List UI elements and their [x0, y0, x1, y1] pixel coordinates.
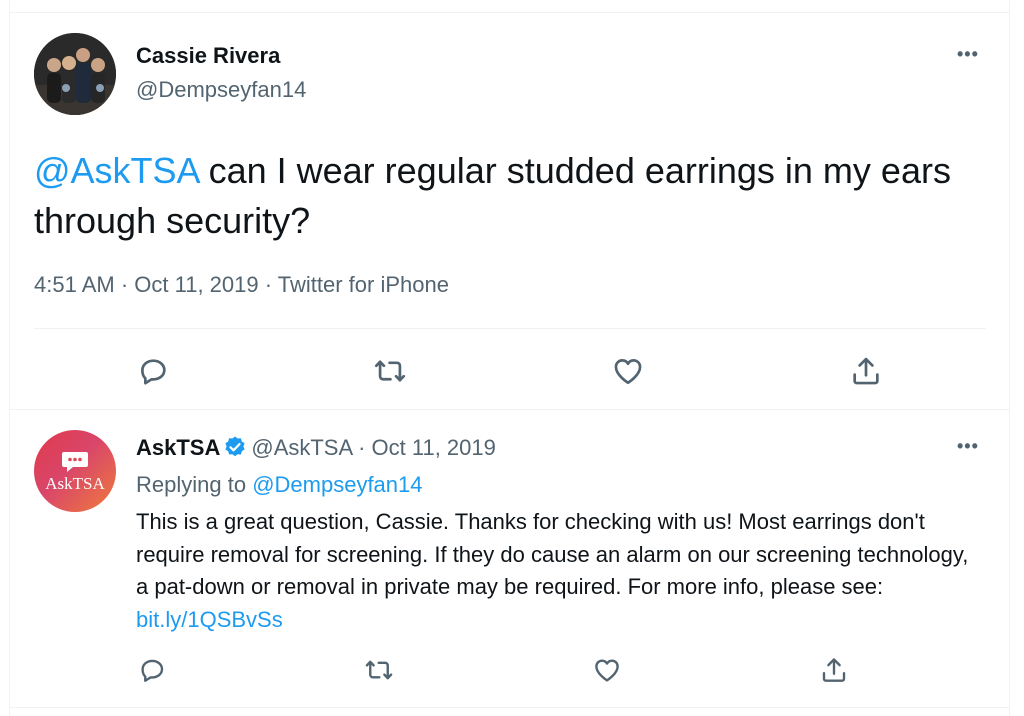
like-icon[interactable]	[589, 652, 625, 688]
replying-to: Replying to @Dempseyfan14	[136, 472, 423, 498]
meta-separator: ·	[351, 435, 372, 460]
share-icon[interactable]	[816, 652, 852, 688]
border-right	[1009, 0, 1010, 716]
border-left	[9, 0, 10, 716]
divider	[9, 409, 1010, 410]
retweet-icon[interactable]	[361, 652, 397, 688]
tweet-text: @AskTSA can I wear regular studded earri…	[34, 146, 964, 246]
divider	[34, 328, 986, 329]
info-link[interactable]: bit.ly/1QSBvSs	[136, 607, 283, 632]
like-icon[interactable]	[610, 353, 646, 389]
author-handle[interactable]: @AskTSA	[251, 435, 352, 460]
reply-icon[interactable]	[134, 652, 170, 688]
retweet-icon[interactable]	[372, 353, 408, 389]
tweet-date[interactable]: Oct 11, 2019	[372, 435, 496, 460]
meta-separator: ·	[114, 272, 135, 297]
avatar[interactable]: AskTSA	[34, 430, 116, 512]
reply-text: This is a great question, Cassie. Thanks…	[136, 506, 986, 636]
tweet-thread: Cassie Rivera @Dempseyfan14 ••• @AskTSA …	[0, 0, 1024, 716]
chat-bubble-icon	[62, 452, 88, 472]
replying-handle-link[interactable]: @Dempseyfan14	[252, 472, 422, 497]
author-name[interactable]: AskTSA	[136, 435, 220, 460]
tweet-time[interactable]: 4:51 AM	[34, 272, 115, 297]
reply-body: This is a great question, Cassie. Thanks…	[136, 509, 969, 599]
author-handle[interactable]: @Dempseyfan14	[136, 77, 306, 103]
reply-header: AskTSA @AskTSA · Oct 11, 2019	[136, 435, 496, 465]
more-options-icon[interactable]: •••	[957, 436, 979, 457]
reply-icon[interactable]	[135, 353, 171, 389]
tweet-source[interactable]: Twitter for iPhone	[278, 272, 449, 297]
verified-badge-icon	[223, 435, 247, 465]
tweet-meta: 4:51 AM · Oct 11, 2019 · Twitter for iPh…	[34, 272, 449, 298]
avatar-logo-text: AskTSA	[45, 474, 105, 493]
profile-photo	[34, 33, 116, 115]
more-options-icon[interactable]: •••	[957, 44, 979, 65]
border-top	[9, 12, 1010, 13]
share-icon[interactable]	[848, 353, 884, 389]
avatar[interactable]	[34, 33, 116, 115]
author-name[interactable]: Cassie Rivera	[136, 43, 280, 69]
meta-separator: ·	[258, 272, 278, 297]
tweet-date[interactable]: Oct 11, 2019	[134, 272, 258, 297]
mention-link[interactable]: @AskTSA	[34, 150, 199, 191]
divider	[9, 707, 1010, 708]
replying-prefix: Replying to	[136, 472, 253, 497]
